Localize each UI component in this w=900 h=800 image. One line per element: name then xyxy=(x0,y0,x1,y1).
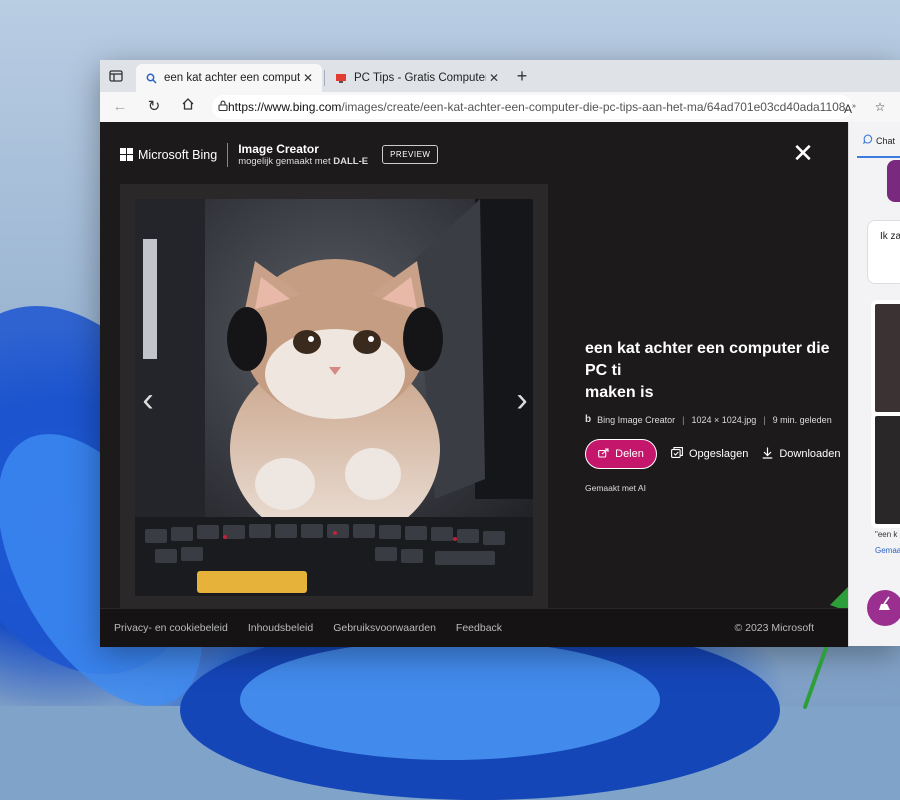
assistant-message-text: Ik za xyxy=(880,231,900,242)
tab-bing-image[interactable]: een kat achter een computer die ✕ xyxy=(136,64,322,92)
favorite-star-icon[interactable]: ☆ xyxy=(870,97,890,117)
back-icon[interactable]: ← xyxy=(110,97,130,117)
footer-link-feedback[interactable]: Feedback xyxy=(456,622,502,634)
url-host: https://www.bing.com xyxy=(228,100,342,114)
product-block: Image Creator mogelijk gemaakt met DALL-… xyxy=(238,142,368,167)
download-button[interactable]: Downloaden xyxy=(762,447,840,462)
share-label: Delen xyxy=(615,448,644,460)
close-icon[interactable]: ✕ xyxy=(300,71,316,85)
product-subtitle: mogelijk gemaakt met DALL-E xyxy=(238,156,368,167)
saved-label: Opgeslagen xyxy=(689,448,749,460)
image-panel: ‹ › xyxy=(120,184,548,608)
image-details: een kat achter een computer die PC ti ma… xyxy=(585,338,855,493)
image-meta: b Bing Image Creator | 1024 × 1024.jpg |… xyxy=(585,414,855,425)
image-source: Bing Image Creator xyxy=(597,414,676,425)
ai-generated-note: Gemaakt met AI xyxy=(585,483,646,493)
footer-link-content-policy[interactable]: Inhoudsbeleid xyxy=(248,622,313,634)
tab-title: PC Tips - Gratis Computer Tips, H xyxy=(354,72,486,84)
chat-tab-label: Chat xyxy=(876,135,896,146)
url-path: /images/create/een-kat-achter-een-comput… xyxy=(341,100,852,114)
brand-divider xyxy=(227,142,229,167)
read-aloud-icon[interactable]: A» xyxy=(840,97,860,117)
meta-separator: | xyxy=(763,414,766,425)
image-title: een kat achter een computer die PC ti ma… xyxy=(585,340,830,401)
footer-link-privacy[interactable]: Privacy- en cookiebeleid xyxy=(114,622,228,634)
sidebar-thumbnail[interactable] xyxy=(871,300,900,416)
sidebar-caption: "een k xyxy=(875,530,898,539)
home-icon[interactable] xyxy=(178,97,198,117)
image-creator-overlay: Microsoft Bing Image Creator mogelijk ge… xyxy=(100,122,852,709)
meta-separator: | xyxy=(682,414,685,425)
chat-icon xyxy=(863,134,873,147)
refresh-icon[interactable]: ↻ xyxy=(144,97,164,117)
close-viewer-button[interactable]: ✕ xyxy=(792,140,814,166)
download-label: Downloaden xyxy=(779,448,841,460)
page-footer: Privacy- en cookiebeleid Inhoudsbeleid G… xyxy=(100,608,848,647)
copyright: © 2023 Microsoft xyxy=(734,622,814,634)
generated-image[interactable] xyxy=(135,199,533,596)
download-icon xyxy=(762,447,773,462)
previous-image-arrow[interactable]: ‹ xyxy=(138,380,158,420)
tab-divider xyxy=(324,70,325,86)
image-age: 9 min. geleden xyxy=(772,414,832,425)
sidebar-caption-link[interactable]: Gemaa xyxy=(875,546,900,555)
collection-saved-icon xyxy=(671,447,683,461)
subtitle-prefix: mogelijk gemaakt met xyxy=(238,156,334,167)
tab-title: een kat achter een computer die xyxy=(164,72,300,84)
subtitle-model: DALL-E xyxy=(333,156,369,167)
bing-logo-icon: b xyxy=(585,414,592,425)
microsoft-logo-icon xyxy=(120,148,133,161)
brand-header: Microsoft Bing Image Creator mogelijk ge… xyxy=(120,142,439,167)
product-title: Image Creator xyxy=(238,142,319,156)
image-actions: Delen Opgeslagen Downloaden xyxy=(585,439,855,469)
plus-icon[interactable]: + xyxy=(512,66,532,86)
new-topic-broom-icon[interactable] xyxy=(867,590,900,626)
url-text: https://www.bing.com/images/create/een-k… xyxy=(228,100,852,114)
preview-badge: PREVIEW xyxy=(382,145,439,164)
next-image-arrow[interactable]: › xyxy=(512,380,532,420)
brand-name: Microsoft Bing xyxy=(138,147,218,162)
close-icon[interactable]: ✕ xyxy=(486,71,502,85)
sidebar-thumbnail[interactable] xyxy=(871,412,900,528)
share-icon xyxy=(598,447,609,461)
active-tab-indicator xyxy=(857,156,900,158)
browser-window: een kat achter een computer die ✕ PC Tip… xyxy=(100,60,900,709)
assistant-message-card: Ik za xyxy=(867,220,900,284)
saved-button[interactable]: Opgeslagen xyxy=(671,447,748,461)
copilot-sidebar: Chat Ik za "een k Gemaa xyxy=(848,122,900,646)
tab-bar: een kat achter een computer die ✕ PC Tip… xyxy=(100,60,900,92)
share-button[interactable]: Delen xyxy=(585,439,657,469)
tab-chat[interactable]: Chat xyxy=(863,134,895,147)
address-bar[interactable]: https://www.bing.com/images/create/een-k… xyxy=(212,95,852,119)
tab-pc-tips[interactable]: PC Tips - Gratis Computer Tips, H ✕ xyxy=(326,64,508,92)
lock-icon xyxy=(218,100,228,114)
footer-link-terms[interactable]: Gebruiksvoorwaarden xyxy=(333,622,436,634)
wallpaper-swirl xyxy=(240,640,660,760)
search-favicon xyxy=(144,71,158,85)
pc-tips-favicon xyxy=(334,71,348,85)
browser-toolbar: ← ↻ https://www.bing.com/images/create/e… xyxy=(100,92,900,123)
user-message-bubble xyxy=(887,160,900,202)
image-dimensions: 1024 × 1024.jpg xyxy=(691,414,757,425)
tab-actions-icon[interactable] xyxy=(106,66,126,86)
